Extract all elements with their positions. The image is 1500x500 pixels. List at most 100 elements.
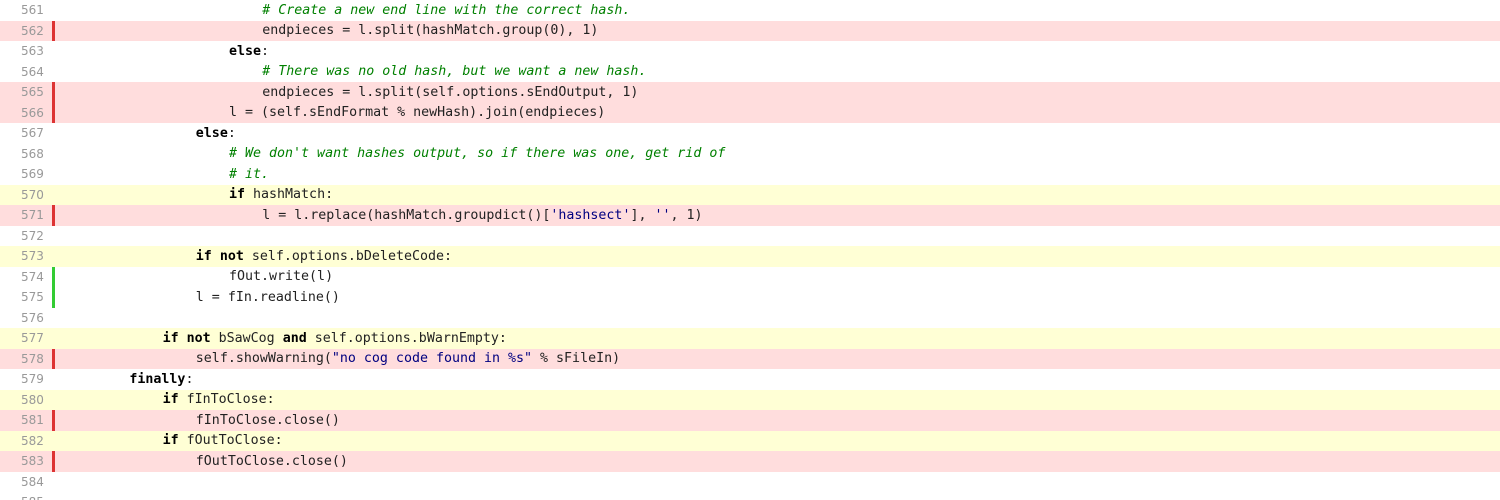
- line-number[interactable]: 561: [21, 0, 44, 21]
- code-line: 564 # There was no old hash, but we want …: [0, 61, 1500, 83]
- code-line: 572: [0, 225, 1500, 247]
- line-marker: [52, 0, 55, 21]
- code-line: 561 # Create a new end line with the corr…: [0, 0, 1500, 21]
- code-token: l = fIn.readline(): [195, 289, 340, 305]
- line-marker: [52, 164, 55, 185]
- line-gutter: 578: [0, 348, 55, 370]
- code-line: 566 l = (self.sEndFormat % newHash).join(…: [0, 102, 1500, 124]
- line-marker: [52, 246, 55, 267]
- code-line: 583 fOutToClose.close(): [0, 451, 1500, 472]
- line-marker: [52, 369, 55, 390]
- code-token: self.showWarning(: [195, 351, 332, 367]
- code-token: ],: [630, 207, 655, 223]
- line-marker: [52, 123, 55, 144]
- line-marker: [52, 492, 55, 500]
- line-gutter: 581: [0, 410, 55, 431]
- line-marker: [52, 144, 55, 165]
- line-number[interactable]: 568: [21, 144, 44, 165]
- line-gutter: 575: [0, 287, 55, 308]
- line-number[interactable]: 562: [21, 21, 44, 42]
- line-gutter: 571: [0, 205, 55, 226]
- code-line: 562 endpieces = l.split(hashMatch.group(0…: [0, 20, 1500, 42]
- line-number[interactable]: 563: [21, 41, 44, 62]
- line-source: l = fIn.readline(): [196, 287, 340, 308]
- line-gutter: 570: [0, 185, 54, 206]
- code-token: self.options.bWarnEmpty:: [306, 330, 507, 346]
- line-marker: [52, 62, 55, 83]
- missed-line-marker: [52, 451, 55, 472]
- missed-line-marker: [52, 82, 55, 103]
- run-line-marker: [52, 287, 55, 308]
- line-source: else:: [196, 123, 236, 144]
- line-source: endpieces = l.split(self.options.sEndOut…: [262, 82, 638, 103]
- line-number[interactable]: 576: [21, 308, 44, 329]
- line-number[interactable]: 580: [21, 390, 44, 411]
- keyword-token: if: [229, 187, 246, 203]
- code-line: 569 # it.: [0, 164, 1500, 185]
- comment-token: # There was no old hash, but we want a n…: [262, 64, 647, 80]
- line-gutter: 580: [0, 390, 54, 411]
- keyword-token: if: [162, 433, 179, 449]
- line-gutter: 561: [0, 0, 54, 21]
- line-source: fOutToClose.close(): [196, 451, 348, 472]
- line-number[interactable]: 583: [21, 451, 44, 472]
- line-number[interactable]: 571: [21, 205, 44, 226]
- line-gutter: 565: [0, 82, 55, 103]
- line-gutter: 562: [0, 20, 55, 42]
- code-token: fOutToClose.close(): [195, 453, 348, 469]
- line-gutter: 569: [0, 164, 54, 185]
- code-line: 576: [0, 307, 1500, 329]
- code-line: 563 else:: [0, 41, 1500, 62]
- code-line: 578 self.showWarning("no cog code found i…: [0, 348, 1500, 370]
- line-source: if not bSawCog and self.options.bWarnEmp…: [163, 328, 507, 349]
- line-source: fOut.write(l): [229, 267, 333, 288]
- line-source: l = l.replace(hashMatch.groupdict()['has…: [262, 205, 702, 226]
- line-number[interactable]: 564: [21, 62, 44, 83]
- code-line: 585: [0, 492, 1500, 500]
- line-source: # it.: [229, 164, 269, 185]
- code-token: endpieces = l.split(self.options.sEndOut…: [262, 84, 639, 100]
- line-number[interactable]: 565: [21, 82, 44, 103]
- line-number[interactable]: 570: [21, 185, 44, 206]
- line-number[interactable]: 578: [21, 349, 44, 370]
- line-number[interactable]: 584: [21, 472, 44, 493]
- line-number[interactable]: 585: [21, 492, 44, 500]
- code-line: 580 if fInToClose:: [0, 389, 1500, 411]
- line-number[interactable]: 581: [21, 410, 44, 431]
- line-gutter: 583: [0, 451, 55, 472]
- line-source: if fOutToClose:: [163, 431, 283, 452]
- line-source: l = (self.sEndFormat % newHash).join(end…: [229, 103, 605, 124]
- code-line: 571 l = l.replace(hashMatch.groupdict()['…: [0, 205, 1500, 226]
- keyword-token: else: [195, 125, 228, 141]
- line-number[interactable]: 579: [21, 369, 44, 390]
- line-number[interactable]: 566: [21, 103, 44, 124]
- line-marker: [52, 328, 55, 349]
- code-line: 573 if not self.options.bDeleteCode:: [0, 246, 1500, 267]
- comment-token: # it.: [229, 166, 270, 182]
- code-line: 579 finally:: [0, 369, 1500, 390]
- code-line: 582 if fOutToClose:: [0, 430, 1500, 452]
- line-marker: [52, 185, 55, 206]
- code-token: fInToClose.close(): [195, 412, 340, 428]
- code-token: :: [227, 125, 236, 141]
- line-marker: [52, 472, 55, 493]
- keyword-token: if not: [162, 330, 211, 346]
- line-number[interactable]: 575: [21, 287, 44, 308]
- comment-token: # We don't want hashes output, so if the…: [229, 146, 726, 162]
- code-line: 565 endpieces = l.split(self.options.sEnd…: [0, 82, 1500, 103]
- line-number[interactable]: 572: [21, 226, 44, 247]
- line-number[interactable]: 582: [21, 431, 44, 452]
- line-gutter: 564: [0, 62, 54, 83]
- line-gutter: 573: [0, 246, 54, 267]
- code-line: 577 if not bSawCog and self.options.bWarn…: [0, 328, 1500, 349]
- code-token: % sFileIn): [532, 351, 621, 367]
- code-token: hashMatch:: [245, 187, 334, 203]
- line-number[interactable]: 573: [21, 246, 44, 267]
- code-token: self.options.bDeleteCode:: [243, 248, 452, 264]
- line-number[interactable]: 574: [21, 267, 44, 288]
- line-number[interactable]: 567: [21, 123, 44, 144]
- missed-line-marker: [52, 205, 55, 226]
- line-number[interactable]: 569: [21, 164, 44, 185]
- line-number[interactable]: 577: [21, 328, 44, 349]
- line-source: if hashMatch:: [229, 185, 333, 206]
